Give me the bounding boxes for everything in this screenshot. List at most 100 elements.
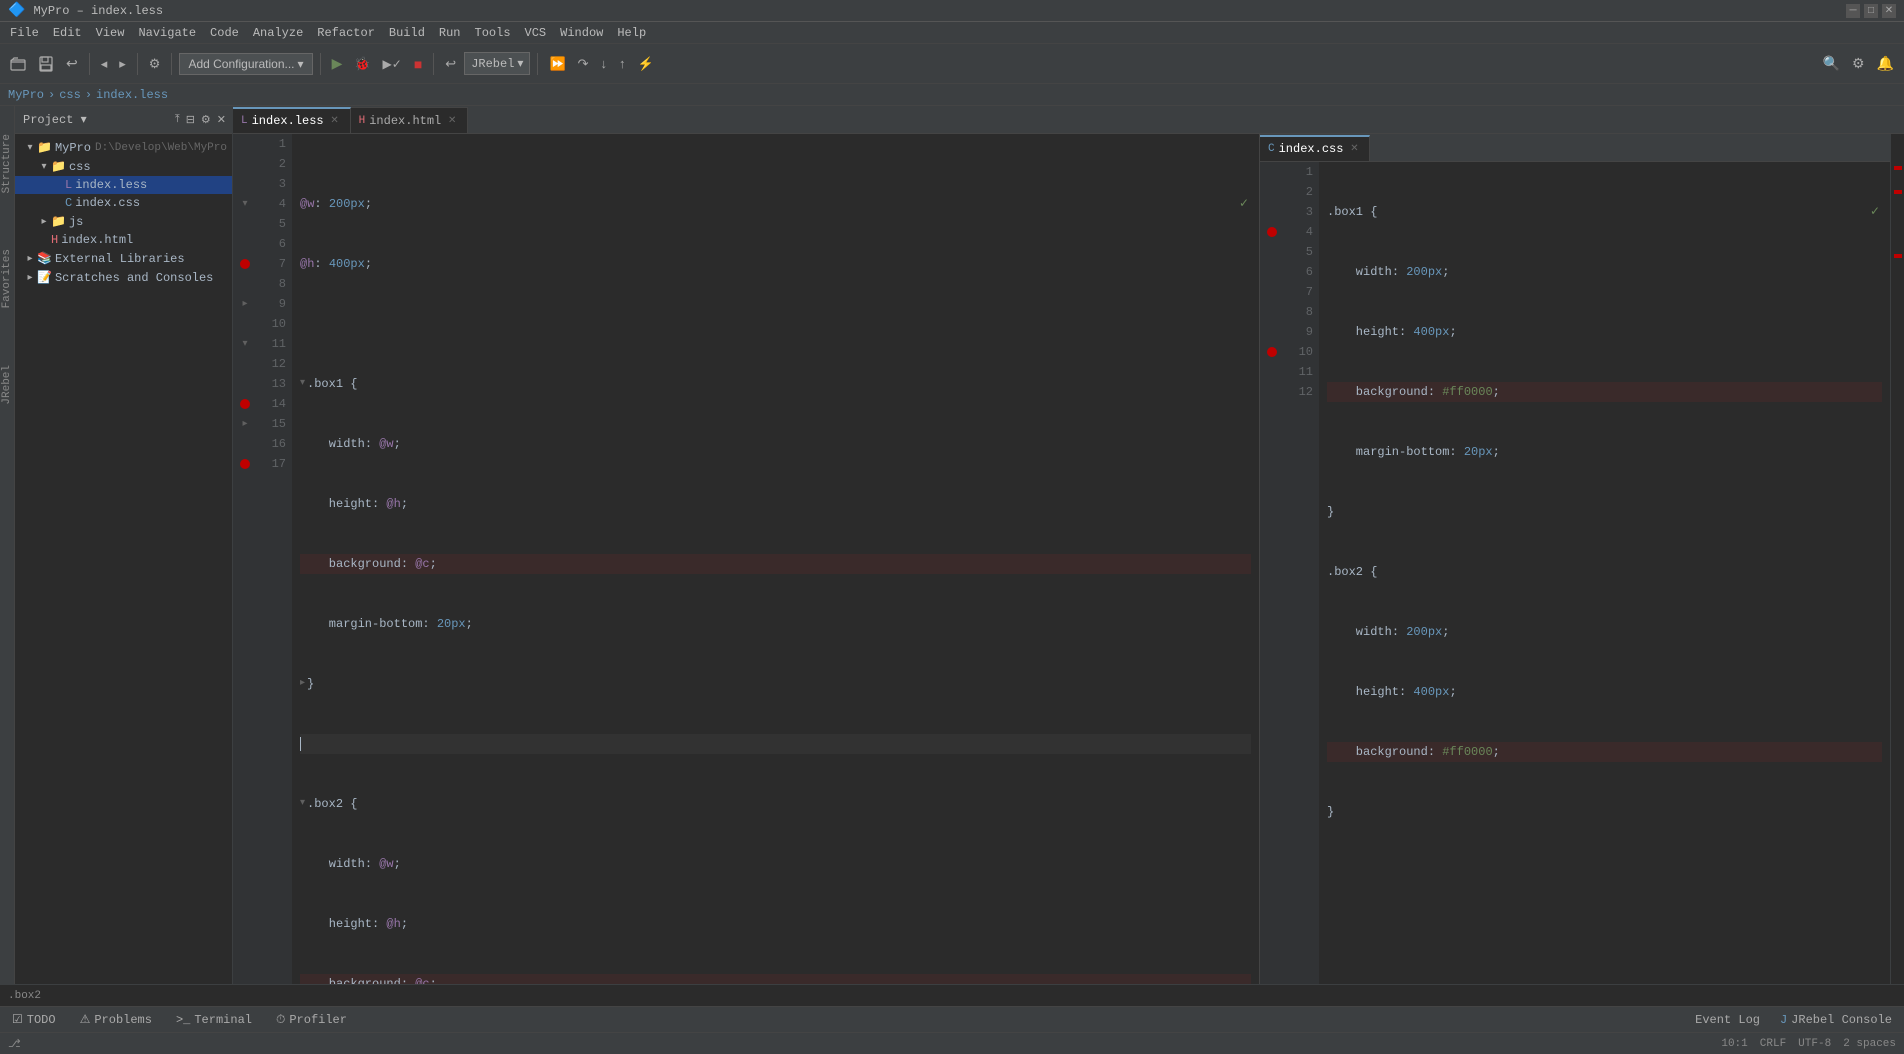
- bottom-tab-problems[interactable]: ⚠ Problems: [76, 1010, 156, 1029]
- gutter-r-10-bp[interactable]: [1260, 342, 1284, 362]
- tab-index-less[interactable]: L index.less ✕: [233, 107, 351, 133]
- breakpoint-7[interactable]: [240, 259, 250, 269]
- tab-css-close[interactable]: ✕: [1347, 142, 1361, 156]
- gutter-17-bp[interactable]: [233, 454, 257, 474]
- breakpoint-14[interactable]: [240, 399, 250, 409]
- sidebar-collapse[interactable]: ⊟: [184, 111, 197, 128]
- code-line-10[interactable]: [300, 734, 1251, 754]
- window-controls[interactable]: ─ □ ✕: [1846, 4, 1896, 18]
- bottom-tab-jrebel-console[interactable]: J JRebel Console: [1776, 1011, 1896, 1029]
- breadcrumb-file[interactable]: index.less: [96, 88, 168, 102]
- jrebel-console-label: JRebel Console: [1791, 1013, 1892, 1027]
- gutter-14-bp[interactable]: [233, 394, 257, 414]
- add-configuration-button[interactable]: Add Configuration... ▾: [179, 53, 312, 75]
- stop-button[interactable]: ■: [410, 54, 426, 74]
- breakpoint-r-10[interactable]: [1267, 347, 1277, 357]
- sidebar-settings-gear[interactable]: ⚙: [199, 111, 213, 128]
- toolbar-revert[interactable]: ↩: [62, 53, 82, 74]
- evaluate-button[interactable]: ⚡: [634, 54, 658, 74]
- sidebar-scroll-top[interactable]: ⤒: [173, 111, 182, 128]
- tree-item-scratches[interactable]: ▸ 📝 Scratches and Consoles: [15, 268, 232, 287]
- toolbar-open-folder[interactable]: [6, 54, 30, 74]
- menu-tools[interactable]: Tools: [469, 24, 517, 42]
- gutter-8: [233, 274, 257, 294]
- menu-analyze[interactable]: Analyze: [247, 24, 309, 42]
- settings-button[interactable]: ⚙: [1848, 53, 1869, 74]
- menu-run[interactable]: Run: [433, 24, 467, 42]
- step-out-button[interactable]: ↑: [615, 54, 630, 73]
- toolbar-back[interactable]: ◂: [97, 54, 112, 74]
- menu-code[interactable]: Code: [204, 24, 245, 42]
- sidebar-toolbar: Project ▾ ⤒ ⊟ ⚙ ✕: [15, 106, 232, 134]
- fold-close-9[interactable]: ▸: [300, 674, 305, 694]
- indent-info[interactable]: 2 spaces: [1843, 1038, 1896, 1050]
- line-numbers-left: 1 2 3 4 5 6 7 8 9 10 11 12 13: [257, 134, 292, 984]
- gutter-r-4-bp[interactable]: [1260, 222, 1284, 242]
- menu-vcs[interactable]: VCS: [519, 24, 553, 42]
- menu-refactor[interactable]: Refactor: [311, 24, 381, 42]
- bottom-tab-todo[interactable]: ☑ TODO: [8, 1010, 60, 1029]
- menu-build[interactable]: Build: [383, 24, 431, 42]
- code-area-right[interactable]: 1 2 3 4 5 6 7 8 9 10 11 12: [1260, 162, 1890, 984]
- resume-button[interactable]: ⏩: [545, 54, 569, 74]
- structure-tab[interactable]: Structure: [0, 126, 15, 201]
- gutter-r-8: [1260, 302, 1284, 322]
- breakpoint-17[interactable]: [240, 459, 250, 469]
- code-content-left[interactable]: @w: 200px; ✓ @h: 400px; ▾ .box1 {: [292, 134, 1259, 984]
- tree-item-css[interactable]: ▾ 📁 css: [15, 157, 232, 176]
- breadcrumb-css[interactable]: css: [59, 88, 81, 102]
- tab-html-close[interactable]: ✕: [445, 114, 459, 128]
- minimize-button[interactable]: ─: [1846, 4, 1860, 18]
- tree-item-myproject[interactable]: ▾ 📁 MyPro D:\Develop\Web\MyPro: [15, 138, 232, 157]
- menu-help[interactable]: Help: [611, 24, 652, 42]
- menu-edit[interactable]: Edit: [47, 24, 88, 42]
- maximize-button[interactable]: □: [1864, 4, 1878, 18]
- run-button[interactable]: ▶: [328, 53, 347, 74]
- bottom-tab-profiler[interactable]: ⏱ Profiler: [272, 1011, 351, 1029]
- debug-button[interactable]: 🐞: [350, 54, 374, 74]
- search-everywhere-button[interactable]: 🔍: [1819, 53, 1844, 74]
- gutter-7-bp[interactable]: [233, 254, 257, 274]
- toolbar-settings[interactable]: ⚙: [145, 54, 165, 74]
- tree-item-external-libs[interactable]: ▸ 📚 External Libraries: [15, 249, 232, 268]
- css-file-icon: C: [65, 196, 72, 210]
- profiler-icon: ⏱: [276, 1013, 285, 1027]
- tab-index-css-right[interactable]: C index.css ✕: [1260, 135, 1370, 161]
- tab-index-html[interactable]: H index.html ✕: [351, 107, 469, 133]
- code-line-4: ▾ .box1 {: [300, 374, 1251, 394]
- sidebar-close[interactable]: ✕: [215, 111, 228, 128]
- menu-navigate[interactable]: Navigate: [132, 24, 202, 42]
- tree-item-index-css[interactable]: C index.css: [15, 194, 232, 212]
- tree-item-index-less[interactable]: L index.less: [15, 176, 232, 194]
- gutter-r-7: [1260, 282, 1284, 302]
- favorites-tab[interactable]: Favorites: [0, 241, 15, 316]
- tree-item-index-html[interactable]: H index.html: [15, 231, 232, 249]
- toolbar-forward[interactable]: ▸: [115, 54, 130, 74]
- debug-revert-button[interactable]: ↩: [441, 54, 460, 74]
- menu-file[interactable]: File: [4, 24, 45, 42]
- jrebel-side-tab[interactable]: JRebel: [0, 357, 15, 413]
- step-into-button[interactable]: ↓: [597, 54, 612, 73]
- run-dropdown[interactable]: JRebel ▾: [464, 52, 530, 75]
- tab-less-close[interactable]: ✕: [328, 114, 342, 128]
- cursor-position: 10:1: [1721, 1038, 1747, 1050]
- menu-window[interactable]: Window: [554, 24, 609, 42]
- step-over-button[interactable]: ↷: [574, 54, 593, 74]
- code-line-8: margin-bottom: 20px;: [300, 614, 1251, 634]
- menu-view[interactable]: View: [90, 24, 131, 42]
- tree-item-js[interactable]: ▸ 📁 js: [15, 212, 232, 231]
- code-area-left[interactable]: ▾ ▸ ▾ ▸: [233, 134, 1259, 984]
- bottom-tab-terminal[interactable]: >_ Terminal: [172, 1011, 256, 1029]
- close-button[interactable]: ✕: [1882, 4, 1896, 18]
- breakpoint-r-4[interactable]: [1267, 227, 1277, 237]
- fold-4[interactable]: ▾: [300, 374, 305, 394]
- code-content-right[interactable]: .box1 { ✓ width: 200px; height: 400px;: [1319, 162, 1890, 984]
- toolbar-save[interactable]: [34, 54, 58, 74]
- encoding[interactable]: UTF-8: [1798, 1038, 1831, 1050]
- breadcrumb-project[interactable]: MyPro: [8, 88, 44, 102]
- run-coverage-button[interactable]: ▶✓: [379, 55, 406, 73]
- bottom-tab-event-log[interactable]: Event Log: [1691, 1011, 1764, 1029]
- fold-11[interactable]: ▾: [300, 794, 305, 814]
- line-ending[interactable]: CRLF: [1760, 1038, 1786, 1050]
- notifications-button[interactable]: 🔔: [1873, 53, 1898, 74]
